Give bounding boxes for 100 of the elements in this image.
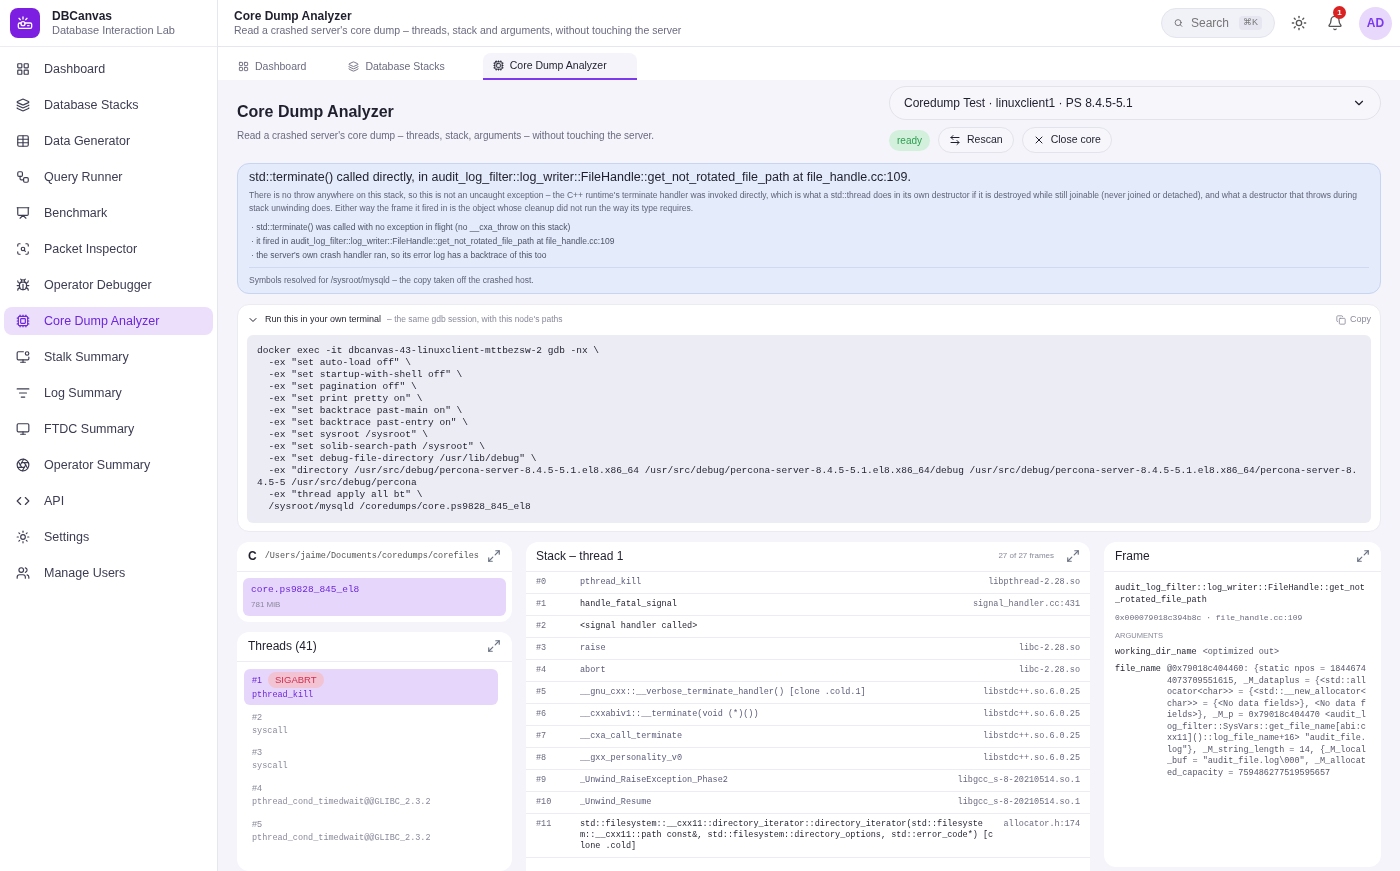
expand-icon[interactable] (487, 549, 501, 563)
thread-number: #4 (252, 782, 262, 795)
argument-value: <optimized out> (1202, 646, 1280, 659)
frame-location: signal_handler.cc:431 (972, 598, 1080, 610)
command-line: -ex "set auto-load off" \ (267, 356, 412, 369)
frame-location: libc-2.28.so (1018, 642, 1080, 654)
symbols-note: Symbols resolved for /sysroot/mysqld – the copy taken off the crashed host. (249, 275, 534, 285)
command-line: -ex "thread apply all bt" \ (267, 488, 424, 501)
copy-button[interactable]: Copy (1336, 313, 1371, 327)
diagnosis-point: · std::terminate() was called with no exception in flight (no __cxa_throw on this stack) (251, 221, 572, 234)
grid-icon (238, 61, 249, 72)
sidebar-item[interactable]: Packet Inspector (4, 235, 213, 263)
expand-icon[interactable] (1356, 549, 1370, 563)
argument-name: working_dir_name (1115, 646, 1197, 659)
target-select[interactable]: Coredump Test · linuxclient1 · PS 8.4.5-5.1 (889, 86, 1381, 120)
notification-badge: 1 (1333, 6, 1346, 19)
folder-path: /Users/jaime/Documents/coredumps/corefiles (264, 549, 479, 563)
terminal-title[interactable]: Run this in your own terminal (265, 313, 382, 327)
status-badge: ready (889, 129, 930, 151)
tab[interactable]: Dashboard (234, 53, 337, 80)
scan-search-icon (16, 242, 30, 256)
frame-location: libstdc++.so.6.0.25 (983, 708, 1080, 720)
thread-item[interactable]: #4 pthread_cond_timedwait@@GLIBC_2.3.2 (244, 778, 498, 812)
expand-icon[interactable] (487, 639, 501, 654)
theme-toggle-icon[interactable] (1291, 15, 1307, 31)
user-avatar[interactable]: AD (1359, 6, 1392, 40)
frame-function[interactable]: abort (580, 664, 1011, 676)
sidebar-item[interactable]: Query Runner (4, 163, 213, 191)
monitor-icon (16, 422, 30, 436)
command-line: -ex "set backtrace past-main on" \ (267, 404, 464, 417)
command-line: -ex "set startup-with-shell off" \ (267, 368, 464, 381)
sidebar-item[interactable]: Core Dump Analyzer (4, 307, 213, 335)
sidebar-item[interactable]: Settings (4, 523, 213, 551)
search-input[interactable]: Search (1191, 14, 1231, 32)
argument-value: @0x79018c404460: {static npos = 18446744073709551615, _M_dataplus = {<std::allocator<char>> = {<std::__new_allocator<char>> = {<No data fields>}, <No data fields>}, _M_p = 0x79018c404470 <audit_log_filter::SysVars::get_file_name[abi:cxx11]()::log_file_name+16> "audit_file.log"}, _M_string_length = 14, {_M_local_buf = "audit_file.log\000", _M_allocated_capacity = 759486277519595657 (1166, 664, 1367, 780)
sidebar-item[interactable]: Manage Users (4, 559, 213, 587)
thread-function: pthread_cond_timedwait@@GLIBC_2.3.2 (252, 831, 432, 845)
frame-function[interactable]: raise (580, 642, 1011, 654)
layers-icon (16, 98, 30, 112)
rescan-button[interactable]: Rescan (938, 127, 1014, 153)
sidebar-item[interactable]: Log Summary (4, 379, 213, 407)
close-button[interactable]: Close core (1021, 127, 1112, 153)
table-icon (16, 134, 30, 148)
app-name: DBCanvas (52, 8, 114, 24)
frame-function[interactable]: __gnu_cxx::__verbose_terminate_handler() [clone .cold.1] (580, 686, 976, 698)
chip-icon (16, 314, 30, 328)
frame-number: #7 (536, 730, 548, 742)
sidebar-item[interactable]: API (4, 487, 213, 515)
thread-item[interactable]: #5 pthread_cond_timedwait@@GLIBC_2.3.2 (244, 813, 498, 848)
tab[interactable]: Core Dump Analyzer (482, 53, 637, 80)
frame-location: libstdc++.so.6.0.25 (983, 730, 1080, 742)
sidebar-item[interactable]: FTDC Summary (4, 415, 213, 443)
frame-function[interactable]: pthread_kill (580, 576, 981, 588)
thread-item[interactable]: #3 syscall (244, 742, 498, 776)
frame-function[interactable]: __cxxabiv1::__terminate(void (*)()) (580, 708, 976, 720)
diagnosis-headline: std::terminate() called directly, in audit_log_filter::log_writer::FileHandle::get_not_rotated_file_path at file_handle.cc:109. (249, 171, 912, 184)
frame-count: 27 of 27 frames (998, 550, 1054, 562)
thread-function: syscall (252, 760, 289, 773)
frame-location: allocator.h:174 (1003, 818, 1080, 830)
thread-item[interactable]: #1 SIGABRT pthread_kill (244, 668, 498, 705)
notifications-icon[interactable] (1327, 15, 1343, 31)
monitor-icon (16, 206, 30, 220)
frame-function[interactable]: __cxa_call_terminate (580, 730, 976, 742)
frame-function[interactable]: __gxx_personality_v0 (580, 752, 976, 764)
thread-item[interactable]: #2 syscall (244, 706, 498, 741)
diagnosis-text: There is no throw anywhere on this stack, so this is not an uncaught exception – the C++ runtime's terminate handler was invoked directly, which is what a std::thread does in its own destructor if it is destroyed while still joinable (never joined or detached), and what a destructor that throws during stack unwinding does. Either way the frame it fired in is the object whose cleanup did not run the way its type requires. (249, 189, 1358, 215)
frame-function[interactable]: std::filesystem::__cxx11::directory_iterator::directory_iterator(std::filesystem::__cxx11::path const&, std::filesystem::directory_options, std::error_code*) [clone .cold] (580, 818, 996, 852)
terminal-note: – the same gdb session, with this node's paths (387, 313, 563, 327)
aperture-icon (16, 458, 30, 472)
frame-function[interactable]: handle_fatal_signal (580, 598, 965, 610)
layers-icon (348, 61, 360, 72)
drive-label: C (248, 548, 257, 565)
file-item[interactable]: core.ps9828_845_el8 781 MiB (243, 577, 506, 616)
app-subtitle: Database Interaction Lab (52, 23, 175, 38)
sidebar-item[interactable]: Operator Summary (4, 451, 213, 479)
tab[interactable]: Database Stacks (344, 53, 475, 80)
search-icon (1174, 16, 1183, 30)
sidebar-item[interactable]: Dashboard (4, 55, 213, 83)
frame-function[interactable]: _Unwind_Resume (580, 796, 950, 808)
expand-icon[interactable] (1066, 549, 1080, 563)
frame-number: #4 (536, 664, 548, 676)
argument-name: file_name (1115, 664, 1161, 677)
code-icon (16, 494, 30, 508)
sidebar-item[interactable]: Benchmark (4, 199, 213, 227)
thread-number: #5 (252, 817, 262, 831)
sidebar-item[interactable]: Stalk Summary (4, 343, 213, 371)
command-line: docker exec -it dbcanvas-43-linuxclient-mttbezsw-2 gdb -nx \ (257, 344, 601, 357)
search-bar[interactable]: Search ⌘K (1161, 8, 1275, 38)
sidebar-item[interactable]: Data Generator (4, 127, 213, 155)
frame-function[interactable]: <signal handler called> (580, 620, 1080, 632)
diagnosis-point: · it fired in audit_log_filter::log_writer::FileHandle::get_not_rotated_file_path at file_handle.cc:109 (251, 235, 616, 248)
command-line: -ex "set debug-file-directory /usr/lib/debug" \ (267, 452, 538, 465)
threads-title: Threads (41) (248, 638, 317, 656)
sidebar-item[interactable]: Operator Debugger (4, 271, 213, 299)
frame-function[interactable]: _Unwind_RaiseException_Phase2 (580, 774, 950, 786)
sidebar-item[interactable]: Database Stacks (4, 91, 213, 119)
workflow-icon (16, 170, 30, 184)
app-logo (10, 8, 40, 38)
thread-number: #2 (252, 710, 262, 724)
frame-number: #8 (536, 752, 548, 764)
